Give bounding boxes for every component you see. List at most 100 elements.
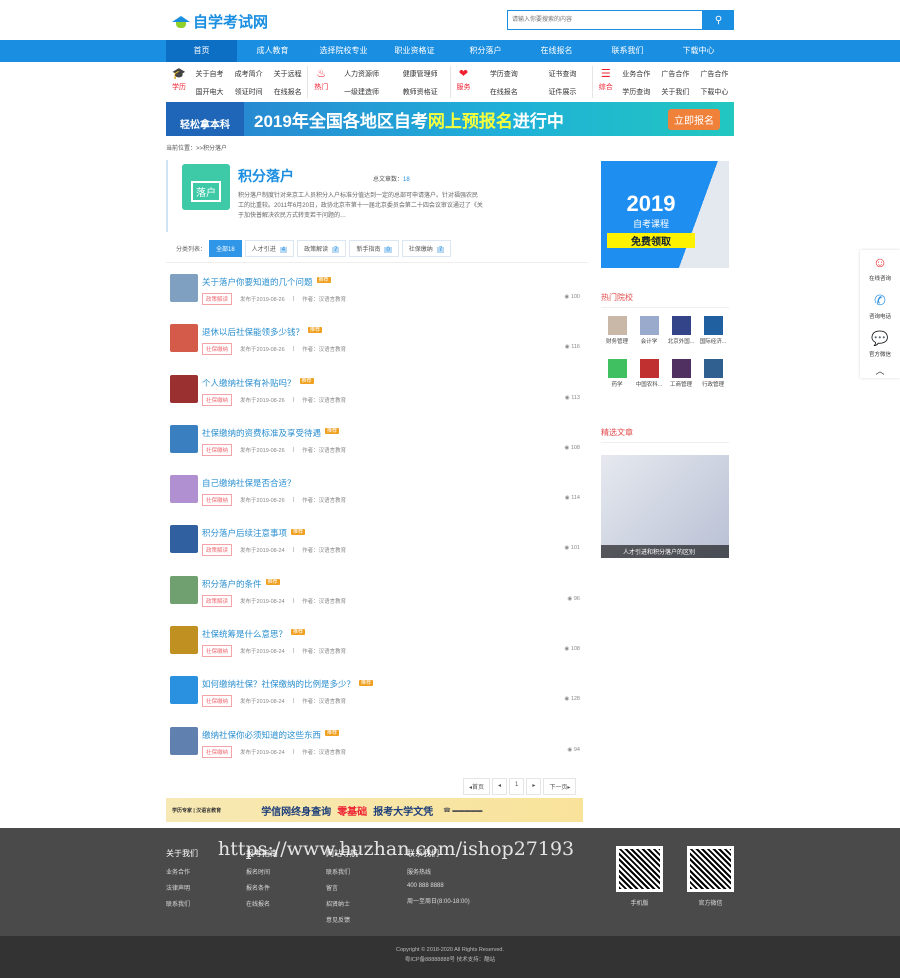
subnav-link[interactable]: 证书查询 — [533, 69, 592, 81]
footer-link[interactable]: 周一至周日(8:00-18:00) — [407, 896, 470, 905]
subnav-link[interactable]: 人力资源师 — [332, 69, 391, 81]
filter-tab[interactable]: 政策解读 7 — [297, 240, 347, 257]
footer-link[interactable]: 服务热线 — [407, 867, 470, 876]
group-label[interactable]: 学历 — [172, 84, 186, 91]
article-tag[interactable]: 社保缴纳 — [202, 343, 233, 356]
nav-item[interactable]: 成人教育 — [237, 40, 308, 62]
back-to-top-icon[interactable]: ︿ — [860, 364, 900, 378]
subnav-link[interactable]: 关于我们 — [656, 87, 695, 99]
article-tag[interactable]: 社保缴纳 — [202, 745, 233, 758]
school-item[interactable]: 行政管理 — [697, 359, 729, 388]
nav-item[interactable]: 职业资格证 — [379, 40, 450, 62]
filter-tab[interactable]: 人才引进 4 — [244, 240, 295, 257]
article-title[interactable]: 关于落户你要知道的几个问题 推荐 — [202, 276, 331, 288]
school-item[interactable]: 工商管理 — [665, 359, 697, 388]
school-item[interactable]: 财务管理 — [601, 316, 633, 345]
school-item[interactable]: 北京外国... — [665, 316, 697, 345]
float-item[interactable]: ☺ 在线咨询 — [860, 250, 900, 288]
footer-link[interactable]: 400 888 8888 — [407, 883, 470, 889]
filter-tab[interactable]: 社保缴纳 7 — [401, 240, 452, 257]
footer-link[interactable]: 联系我们 — [326, 867, 358, 876]
article-thumbnail[interactable] — [170, 475, 198, 504]
featured-article[interactable]: 人才引进和积分落户的区别 — [601, 455, 729, 558]
school-item[interactable]: 会计学 — [633, 316, 665, 345]
footer-link[interactable]: 法律声明 — [166, 883, 198, 892]
article-tag[interactable]: 社保缴纳 — [202, 645, 233, 658]
article-thumbnail[interactable] — [170, 424, 198, 453]
footer-link[interactable]: 留言 — [326, 883, 358, 892]
subnav-link[interactable]: 领证时间 — [229, 87, 268, 99]
subnav-link[interactable]: 在线报名 — [475, 87, 534, 99]
footer-link[interactable]: 意见反馈 — [326, 915, 358, 924]
article-title[interactable]: 个人缴纳社保有补贴吗？ 推荐 — [202, 377, 314, 389]
article-thumbnail[interactable] — [170, 525, 198, 554]
article-thumbnail[interactable] — [170, 726, 198, 755]
page-button[interactable]: 1 — [509, 778, 525, 795]
article-tag[interactable]: 社保缴纳 — [202, 443, 233, 456]
subnav-link[interactable]: 学历查询 — [475, 69, 534, 81]
register-now-button[interactable]: 立即报名 — [668, 108, 720, 130]
article-tag[interactable]: 社保缴纳 — [202, 393, 233, 406]
article-title[interactable]: 自己缴纳社保是否合适？ — [202, 477, 296, 489]
subnav-link[interactable]: 广告合作 — [656, 69, 695, 81]
subnav-link[interactable]: 关于自考 — [190, 69, 229, 81]
article-thumbnail[interactable] — [170, 374, 198, 403]
nav-item[interactable]: 联系我们 — [592, 40, 663, 62]
footer-link[interactable]: 在线报名 — [246, 899, 278, 908]
subnav-link[interactable]: 关于远程 — [268, 69, 307, 81]
float-item[interactable]: ✆ 咨询电话 — [860, 288, 900, 326]
article-tag[interactable]: 政策解读 — [202, 293, 233, 305]
footer-link[interactable]: 业务合作 — [166, 867, 198, 876]
page-button[interactable]: ◂首页 — [463, 778, 491, 795]
article-tag[interactable]: 政策解读 — [202, 594, 233, 607]
footer-link[interactable]: 招贤纳士 — [326, 899, 358, 908]
filter-tab[interactable]: 新手指南 0 — [349, 240, 399, 257]
filter-tab[interactable]: 全部18 — [209, 240, 242, 257]
article-title[interactable]: 如何缴纳社保？社保缴纳的比例是多少？ 推荐 — [202, 678, 374, 690]
article-title[interactable]: 退休以后社保能领多少钱？ 推荐 — [202, 326, 323, 338]
article-thumbnail[interactable] — [170, 676, 198, 705]
search-button[interactable]: ⚲ — [703, 10, 734, 30]
nav-item[interactable]: 选择院校专业 — [308, 40, 379, 62]
article-thumbnail[interactable] — [170, 274, 198, 302]
page-button[interactable]: 下一页▸ — [543, 778, 577, 795]
article-thumbnail[interactable] — [170, 324, 198, 353]
article-tag[interactable]: 社保缴纳 — [202, 494, 233, 507]
subnav-link[interactable]: 业务合作 — [617, 69, 656, 81]
subnav-link[interactable]: 证件展示 — [533, 87, 592, 99]
footer-link[interactable]: 联系我们 — [166, 899, 198, 908]
article-thumbnail[interactable] — [170, 626, 198, 655]
group-label[interactable]: 综合 — [599, 84, 613, 91]
nav-item[interactable]: 下载中心 — [663, 40, 734, 62]
footer-link[interactable]: 报名条件 — [246, 883, 278, 892]
promo-banner[interactable]: 轻松拿本科 2019年全国各地区自考网上预报名进行中 立即报名 — [166, 102, 734, 136]
float-item[interactable]: 💬 官方微信 — [860, 326, 900, 364]
article-title[interactable]: 积分落户后续注意事项 推荐 — [202, 527, 306, 539]
subnav-link[interactable]: 成考简介 — [229, 69, 268, 81]
site-logo[interactable]: 自学考试网 — [172, 11, 268, 32]
subnav-link[interactable]: 下载中心 — [695, 87, 734, 99]
article-tag[interactable]: 社保缴纳 — [202, 695, 233, 708]
group-label[interactable]: 热门 — [314, 84, 328, 91]
nav-item[interactable]: 在线报名 — [521, 40, 592, 62]
article-title[interactable]: 社保统筹是什么意思？ 推荐 — [202, 628, 306, 640]
group-label[interactable]: 服务 — [457, 84, 471, 91]
school-item[interactable]: 中国农科... — [633, 359, 665, 388]
article-tag[interactable]: 政策解读 — [202, 544, 233, 557]
subnav-link[interactable]: 教师资格证 — [391, 87, 450, 99]
subnav-link[interactable]: 广告合作 — [695, 69, 734, 81]
footer-link[interactable]: 报名时间 — [246, 867, 278, 876]
subnav-link[interactable]: 学历查询 — [617, 87, 656, 99]
subnav-link[interactable]: 在线报名 — [268, 87, 307, 99]
nav-item[interactable]: 首页 — [166, 40, 237, 62]
article-thumbnail[interactable] — [170, 575, 198, 604]
subnav-link[interactable]: 一级建造师 — [332, 87, 391, 99]
subnav-link[interactable]: 国开电大 — [190, 87, 229, 99]
school-item[interactable]: 国际经济... — [697, 316, 729, 345]
page-button[interactable]: ◂ — [492, 778, 508, 795]
nav-item[interactable]: 积分落户 — [450, 40, 521, 62]
article-title[interactable]: 积分落户的条件 推荐 — [202, 578, 280, 590]
bottom-ad-banner[interactable]: 学历专家 | 汉语言教育 学信网终身查询 零基础 报考大学文凭 ☎ ▬▬▬▬▬ — [166, 798, 583, 822]
search-input[interactable] — [507, 10, 703, 30]
page-button[interactable]: ▸ — [526, 778, 542, 795]
